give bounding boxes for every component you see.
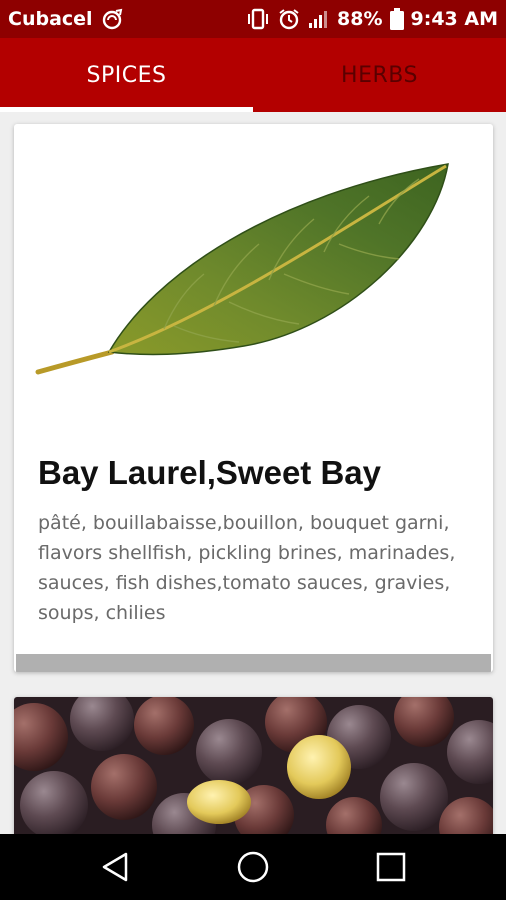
carrier-name: Cubacel [8,8,93,30]
card-footer-bar [16,654,491,672]
tab-herbs-label: HERBS [341,62,418,88]
tab-bar: SPICES HERBS [0,38,506,112]
alarm-icon [277,8,301,30]
spice-title: Bay Laurel,Sweet Bay [38,454,381,491]
navigation-bar [0,834,506,900]
battery-percent: 88% [337,8,383,30]
spice-card[interactable] [14,697,493,847]
tab-spices-label: SPICES [86,62,167,88]
status-bar-left: Cubacel [8,8,125,30]
tab-indicator [0,107,253,112]
bay-leaf-image [35,163,449,375]
spice-description: pâté, bouillabaisse,bouillon, bouquet ga… [38,512,456,624]
tab-herbs[interactable]: HERBS [253,38,506,112]
signal-icon [308,9,330,29]
tab-spices[interactable]: SPICES [0,38,253,112]
mustard-seeds-image [14,697,493,847]
back-icon[interactable] [96,847,136,887]
status-bar: Cubacel 88% 9:43 AM [0,0,506,38]
carrier-badge-icon [101,8,125,30]
battery-icon [389,8,404,30]
status-bar-right: 88% 9:43 AM [246,8,498,30]
vibrate-icon [246,8,270,30]
clock: 9:43 AM [410,8,499,30]
recents-icon[interactable] [371,847,411,887]
home-icon[interactable] [233,847,273,887]
spice-card[interactable]: Bay Laurel,Sweet Bay pâté, bouillabaisse… [14,124,493,672]
